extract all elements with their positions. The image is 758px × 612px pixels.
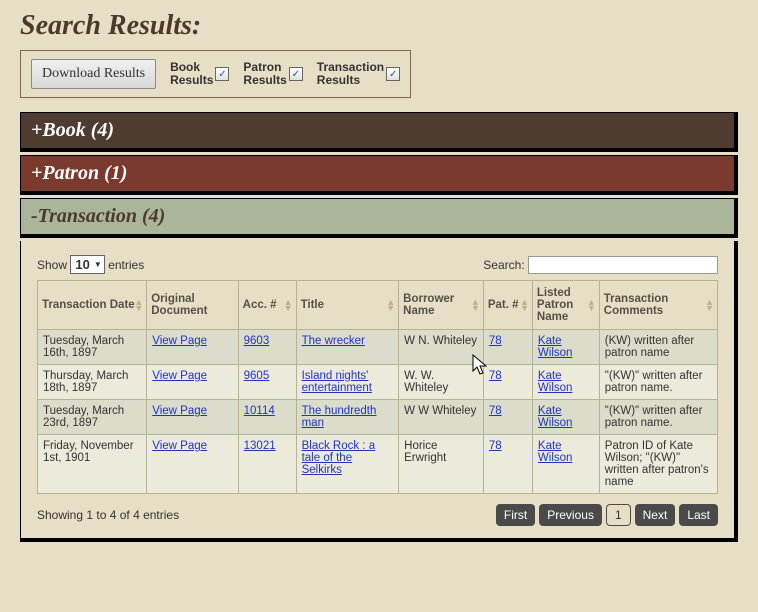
- table-info: Showing 1 to 4 of 4 entries: [37, 508, 179, 522]
- cell-comments: (KW) written after patron name: [599, 330, 717, 365]
- page-title: Search Results:: [20, 10, 738, 42]
- col-transaction-date[interactable]: Transaction Date▲▼: [38, 281, 147, 330]
- cell-date: Friday, November 1st, 1901: [38, 435, 147, 494]
- download-results-button[interactable]: Download Results: [31, 59, 156, 89]
- listed-patron-link[interactable]: Kate Wilson: [538, 335, 573, 359]
- transactions-table: Transaction Date▲▼ Original Document Acc…: [37, 280, 718, 494]
- title-link[interactable]: The hundredth man: [302, 405, 377, 429]
- page-current[interactable]: 1: [606, 504, 631, 526]
- book-results-checkbox[interactable]: ✓: [215, 67, 229, 81]
- sort-icon: ▲▼: [134, 299, 143, 311]
- search-label: Search:: [483, 258, 524, 272]
- download-controls: Download Results Book Results ✓ Patron R…: [20, 50, 411, 98]
- view-page-link[interactable]: View Page: [152, 335, 207, 347]
- acc-link[interactable]: 10114: [244, 405, 275, 417]
- entries-label: entries: [108, 258, 144, 272]
- col-original-document[interactable]: Original Document: [147, 281, 238, 330]
- patron-number-link[interactable]: 78: [489, 440, 502, 452]
- cell-borrower: W N. Whiteley: [399, 330, 484, 365]
- page-first-button[interactable]: First: [496, 504, 535, 526]
- accordion-patron-header[interactable]: +Patron (1): [20, 155, 738, 195]
- entries-select[interactable]: 10: [70, 255, 104, 274]
- entries-length-control: Show 10 entries: [37, 255, 144, 274]
- patron-number-link[interactable]: 78: [489, 335, 502, 347]
- cell-date: Tuesday, March 16th, 1897: [38, 330, 147, 365]
- cell-date: Tuesday, March 23rd, 1897: [38, 400, 147, 435]
- listed-patron-link[interactable]: Kate Wilson: [538, 440, 573, 464]
- view-page-link[interactable]: View Page: [152, 405, 207, 417]
- cell-borrower: Horice Erwright: [399, 435, 484, 494]
- title-link[interactable]: Island nights' entertainment: [302, 370, 372, 394]
- col-title[interactable]: Title▲▼: [296, 281, 399, 330]
- table-row: Tuesday, March 23rd, 1897 View Page 10114 T…: [38, 400, 718, 435]
- pagination: First Previous 1 Next Last: [496, 504, 718, 526]
- page-last-button[interactable]: Last: [679, 504, 718, 526]
- sort-icon: ▲▼: [284, 299, 293, 311]
- cell-borrower: W. W. Whiteley: [399, 365, 484, 400]
- patron-results-checkbox[interactable]: ✓: [289, 67, 303, 81]
- accordion-transaction-header[interactable]: -Transaction (4): [20, 198, 738, 238]
- page-next-button[interactable]: Next: [635, 504, 676, 526]
- cell-comments: "(KW)" written after patron name.: [599, 400, 717, 435]
- title-link[interactable]: The wrecker: [302, 335, 365, 347]
- table-row: Tuesday, March 16th, 1897 View Page 9603 Th…: [38, 330, 718, 365]
- cell-borrower: W W Whiteley: [399, 400, 484, 435]
- cell-date: Thursday, March 18th, 1897: [38, 365, 147, 400]
- col-listed-patron-name[interactable]: Listed Patron Name▲▼: [532, 281, 599, 330]
- patron-number-link[interactable]: 78: [489, 405, 502, 417]
- show-label: Show: [37, 258, 67, 272]
- acc-link[interactable]: 13021: [244, 440, 276, 452]
- table-row: Friday, November 1st, 1901 View Page 13021…: [38, 435, 718, 494]
- listed-patron-link[interactable]: Kate Wilson: [538, 405, 573, 429]
- sort-icon: ▲▼: [386, 299, 395, 311]
- sort-icon: ▲▼: [587, 299, 596, 311]
- acc-link[interactable]: 9603: [244, 335, 270, 347]
- sort-icon: ▲▼: [471, 299, 480, 311]
- col-patron-number[interactable]: Pat. #▲▼: [483, 281, 532, 330]
- transaction-panel: Show 10 entries Search: Transaction Date…: [20, 241, 738, 542]
- acc-link[interactable]: 9605: [244, 370, 270, 382]
- sort-icon: ▲▼: [520, 299, 529, 311]
- col-borrower-name[interactable]: Borrower Name▲▼: [399, 281, 484, 330]
- page-previous-button[interactable]: Previous: [539, 504, 602, 526]
- book-results-label: Book Results: [170, 61, 213, 87]
- patron-number-link[interactable]: 78: [489, 370, 502, 382]
- cell-comments: "(KW)" written after patron name.: [599, 365, 717, 400]
- col-acc-number[interactable]: Acc. #▲▼: [238, 281, 296, 330]
- title-link[interactable]: Black Rock : a tale of the Selkirks: [302, 440, 376, 476]
- cell-comments: Patron ID of Kate Wilson; "(KW)" written…: [599, 435, 717, 494]
- accordion-book-header[interactable]: +Book (4): [20, 112, 738, 152]
- listed-patron-link[interactable]: Kate Wilson: [538, 370, 573, 394]
- patron-results-label: Patron Results: [243, 61, 286, 87]
- sort-icon: ▲▼: [705, 299, 714, 311]
- col-transaction-comments[interactable]: Transaction Comments▲▼: [599, 281, 717, 330]
- view-page-link[interactable]: View Page: [152, 440, 207, 452]
- table-row: Thursday, March 18th, 1897 View Page 9605 I…: [38, 365, 718, 400]
- view-page-link[interactable]: View Page: [152, 370, 207, 382]
- transaction-results-checkbox[interactable]: ✓: [386, 67, 400, 81]
- search-input[interactable]: [528, 256, 718, 274]
- transaction-results-label: Transaction Results: [317, 61, 384, 87]
